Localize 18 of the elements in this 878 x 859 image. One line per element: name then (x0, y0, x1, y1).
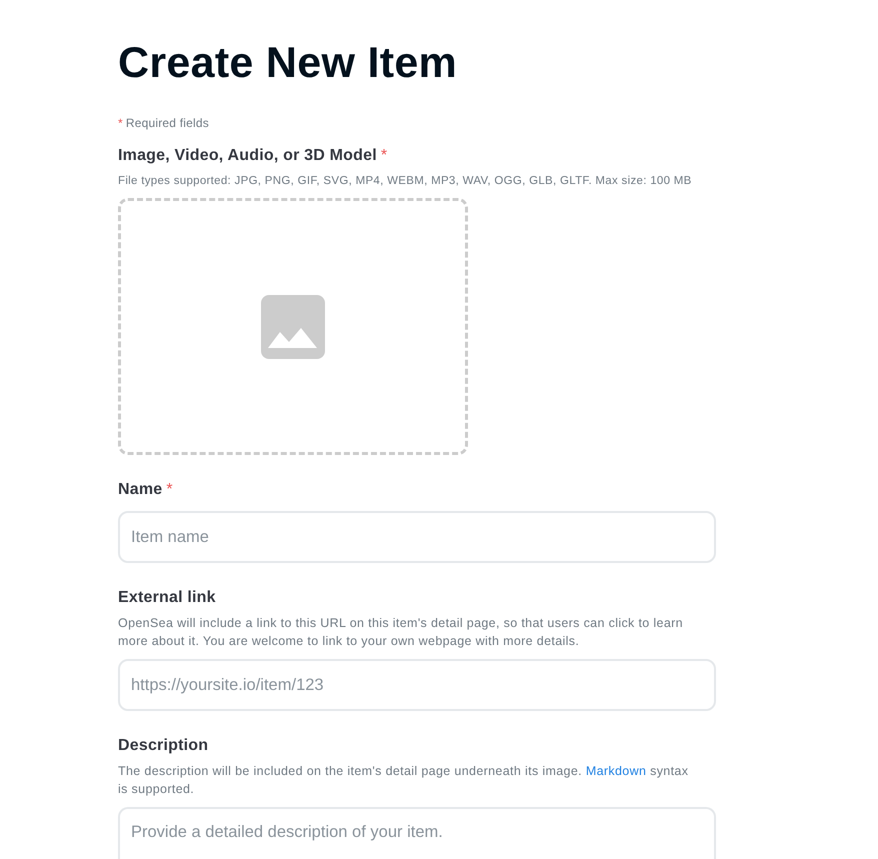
image-icon (261, 294, 325, 358)
field-help-text: The description will be included on the item's detail page underneath its image. Markdown syntax is supported. (118, 763, 690, 798)
text-input[interactable]: Item name (118, 511, 716, 563)
text-input[interactable]: https://yoursite.io/item/123 (118, 659, 716, 711)
description-textarea[interactable]: Provide a detailed description of your item. (118, 807, 716, 859)
media-upload-dropzone[interactable] (118, 198, 468, 455)
page-title: Create New Item (118, 38, 458, 89)
markdown-link[interactable]: Markdown (586, 764, 646, 778)
required-asterisk: * (380, 146, 388, 166)
required-asterisk: * (118, 115, 123, 131)
field-label: External link (118, 588, 216, 608)
field-label: Image, Video, Audio, or 3D Model (118, 146, 377, 166)
field-help-text: File types supported: JPG, PNG, GIF, SVG, MP4, WEBM, MP3, WAV, OGG, GLB, GLTF. Max size: 100 MB (118, 174, 693, 189)
required-asterisk: * (166, 480, 173, 500)
required-fields-note: Required fields (126, 115, 209, 131)
field-label: Name (118, 480, 162, 500)
field-help-text: OpenSea will include a link to this URL on this item's detail page, so that users can click to learn more about it. You are welcome to link to your own webpage with more details. (118, 615, 684, 650)
field-label: Description (118, 736, 208, 756)
